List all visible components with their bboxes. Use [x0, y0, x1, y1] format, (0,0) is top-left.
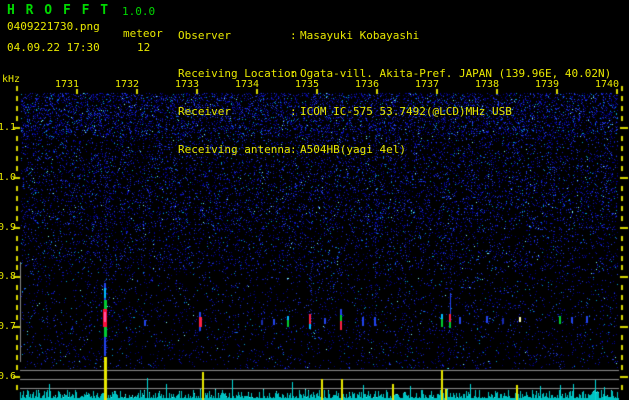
time-label-1737: 1737: [414, 79, 440, 90]
info-row-antenna: Receiving antenna: A504HB(yagi 4el): [178, 144, 611, 156]
info-colon: :: [290, 29, 297, 42]
time-label-1735: 1735: [294, 79, 320, 90]
info-value: Ogata-vill. Akita-Pref. JAPAN (139.96E, …: [300, 67, 612, 80]
info-value: ICOM IC-575 53.7492(@LCD)MHz USB: [300, 105, 512, 118]
hrofft-output-image: H R O F F T 1.0.0 0409221730.png meteor …: [0, 0, 629, 400]
time-label-1740: 1740: [594, 79, 620, 90]
info-label: Receiver: [178, 105, 231, 118]
time-label-1739: 1739: [534, 79, 560, 90]
info-colon: :: [290, 143, 297, 156]
app-title: H R O F F T: [7, 3, 110, 18]
date-time: 04.09.22 17:30: [7, 41, 100, 54]
output-filename: 0409221730.png: [7, 20, 100, 33]
time-label-1732: 1732: [114, 79, 140, 90]
mode-label: meteor: [123, 27, 163, 40]
info-value: A504HB(yagi 4el): [300, 143, 406, 156]
freq-label-1.1: 1.1: [0, 122, 17, 133]
time-label-1733: 1733: [174, 79, 200, 90]
info-colon: :: [290, 105, 297, 118]
freq-label-1.0: 1.0: [0, 171, 17, 183]
freq-label-0.9: 0.9: [0, 221, 17, 233]
meteor-count: 12: [137, 41, 151, 54]
freq-label-0.7: 0.7: [0, 321, 17, 333]
freq-label-0.8: 0.8: [0, 271, 17, 283]
info-label: Observer: [178, 29, 231, 42]
time-label-1734: 1734: [234, 79, 260, 90]
time-label-1731: 1731: [54, 79, 80, 90]
info-value: Masayuki Kobayashi: [300, 29, 420, 42]
info-label: Receiving antenna: [178, 143, 291, 156]
time-label-1736: 1736: [354, 79, 380, 90]
info-row-receiver: Receiver: ICOM IC-575 53.7492(@LCD)MHz US…: [178, 106, 611, 118]
station-info-block: Observer: Masayuki Kobayashi Receiving Lo…: [178, 4, 611, 182]
freq-label-0.6: 0.6: [0, 371, 17, 382]
freq-unit-label: kHz: [2, 74, 21, 85]
info-row-observer: Observer: Masayuki Kobayashi: [178, 30, 611, 42]
app-version: 1.0.0: [122, 5, 156, 18]
time-label-1738: 1738: [474, 79, 500, 90]
